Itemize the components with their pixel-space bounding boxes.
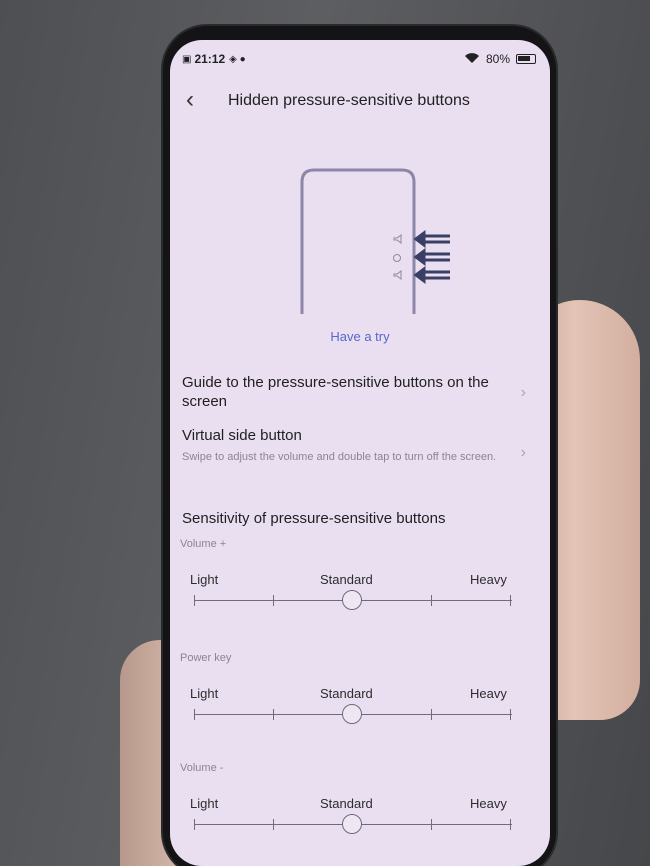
page-header: ‹ Hidden pressure-sensitive buttons [170,86,550,116]
slider-tick [194,709,195,720]
have-a-try-link[interactable]: Have a try [170,329,550,344]
chevron-right-icon: › [520,444,526,461]
slider-tick [194,819,195,830]
wifi-icon [464,52,480,67]
slider-label: Power key [180,652,232,664]
section-title-sensitivity: Sensitivity of pressure-sensitive button… [182,510,446,527]
slider-tick [431,709,432,720]
slider-tick [273,819,274,830]
settings-item-title: Virtual side button [182,427,302,444]
slider-power-key[interactable]: Power key Light Standard Heavy [180,652,512,752]
slider-tick [510,819,511,830]
level-heavy: Heavy [470,572,507,587]
status-bar: ▣ 21:12 ◈ ● 80% [182,50,536,68]
sim-icon: ▣ [182,53,192,65]
battery-icon [516,54,536,64]
press-arrows-icon [413,230,450,284]
slider-thumb[interactable] [342,590,362,610]
level-light: Light [190,796,219,811]
back-arrow-icon[interactable]: ‹ [186,88,194,112]
slider-volume-up[interactable]: Volume + Light Standard Heavy [180,538,512,638]
power-icon [393,254,401,262]
settings-item-title: Guide to the pressure-sensitive buttons … [182,374,489,410]
chevron-right-icon: › [520,384,526,401]
level-standard: Standard [320,796,373,811]
volume-up-icon [393,234,402,244]
slider-tick [431,819,432,830]
volume-down-icon [393,270,402,280]
slider-label: Volume + [180,538,227,550]
slider-thumb[interactable] [342,814,362,834]
level-heavy: Heavy [470,796,507,811]
level-heavy: Heavy [470,686,507,701]
battery-percent: 80% [485,52,510,66]
page-title: Hidden pressure-sensitive buttons [228,92,470,109]
settings-item-subtitle: Swipe to adjust the volume and double ta… [182,451,497,463]
slider-thumb[interactable] [342,704,362,724]
slider-tick [510,709,511,720]
status-time: 21:12 [194,52,226,66]
phone-screen: ▣ 21:12 ◈ ● 80% ‹ Hidden pressure-sensit… [170,40,550,866]
level-light: Light [190,572,219,587]
level-light: Light [190,686,219,701]
slider-tick [273,595,274,606]
level-standard: Standard [320,686,373,701]
slider-tick [510,595,511,606]
slider-label: Volume - [180,762,224,774]
slider-tick [273,709,274,720]
notification-icon: ◈ ● [229,53,246,65]
slider-tick [194,595,195,606]
phone-side-buttons-illustration [298,164,458,324]
slider-tick [431,595,432,606]
level-standard: Standard [320,572,373,587]
slider-volume-down[interactable]: Volume - Light Standard Heavy [180,762,512,862]
